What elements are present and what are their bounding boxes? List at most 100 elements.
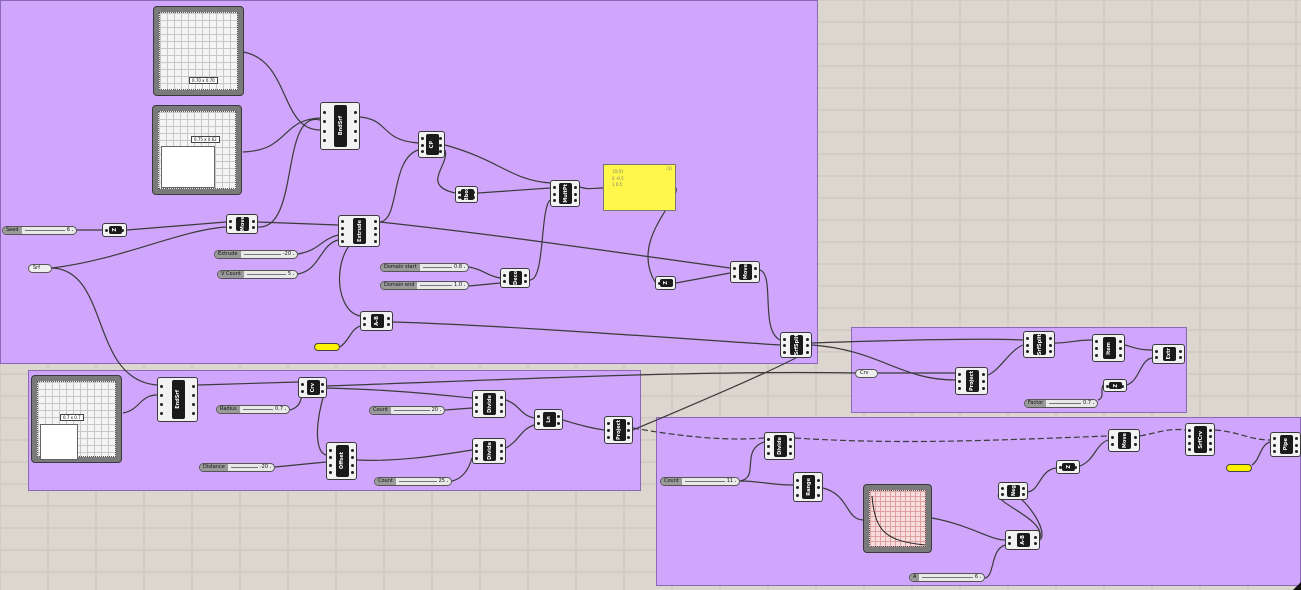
connection-pin[interactable]	[1119, 354, 1122, 357]
connection-pin[interactable]	[323, 129, 326, 133]
connection-pin[interactable]	[229, 219, 232, 223]
connection-pin[interactable]	[105, 229, 108, 232]
seed-slider[interactable]: Seed 6	[2, 226, 77, 235]
connection-pin[interactable]	[1209, 448, 1212, 452]
connection-pin[interactable]	[421, 143, 424, 147]
connection-pin[interactable]	[806, 344, 809, 347]
bbox-component[interactable]: Bbox	[455, 186, 478, 203]
z-component-1[interactable]: Z	[102, 223, 127, 237]
connection-pin[interactable]	[1001, 493, 1004, 496]
count-slider-2[interactable]: Count 25	[374, 477, 452, 486]
connection-pin[interactable]	[500, 410, 503, 413]
srfsplit-component-2[interactable]: SrfSplit	[1023, 331, 1055, 358]
connection-pin[interactable]	[1022, 493, 1025, 496]
connection-pin[interactable]	[1026, 343, 1029, 347]
connection-pin[interactable]	[607, 436, 610, 439]
connection-pin[interactable]	[387, 316, 390, 320]
connection-pin[interactable]	[363, 323, 366, 327]
connection-pin[interactable]	[475, 450, 478, 453]
connection-pin[interactable]	[252, 226, 255, 230]
connection-pin[interactable]	[806, 350, 809, 354]
connection-pin[interactable]	[1134, 435, 1137, 439]
connection-pin[interactable]	[160, 403, 163, 406]
domain-end-slider[interactable]: Domain end 1.0	[380, 281, 469, 290]
connection-pin[interactable]	[783, 344, 786, 347]
connection-pin[interactable]	[1155, 356, 1158, 360]
connection-pin[interactable]	[982, 380, 985, 383]
connection-pin[interactable]	[323, 110, 326, 114]
connection-pin[interactable]	[1188, 428, 1191, 432]
pipe-component[interactable]: Pipe	[1270, 432, 1301, 457]
distance-slider[interactable]: Distance -20	[199, 463, 275, 472]
connection-pin[interactable]	[789, 438, 792, 441]
connection-pin[interactable]	[192, 412, 195, 415]
connection-pin[interactable]	[1008, 535, 1011, 539]
connection-pin[interactable]	[192, 403, 195, 406]
edge-surface-component[interactable]: EndSrf	[157, 377, 198, 422]
z-component-4[interactable]: Z	[1056, 460, 1080, 474]
connection-pin[interactable]	[783, 337, 786, 341]
connection-pin[interactable]	[658, 282, 661, 285]
connection-pin[interactable]	[817, 493, 820, 497]
connection-pin[interactable]	[1074, 466, 1077, 469]
surface-preview-1[interactable]: 0.70 x 0.70	[153, 6, 244, 96]
connection-pin[interactable]	[341, 220, 344, 224]
connection-pin[interactable]	[439, 150, 442, 154]
connection-pin[interactable]	[1049, 336, 1052, 340]
connection-pin[interactable]	[1106, 384, 1109, 388]
connection-pin[interactable]	[1188, 441, 1191, 445]
connection-pin[interactable]	[475, 410, 478, 413]
connection-pin[interactable]	[1026, 336, 1029, 340]
connection-pin[interactable]	[351, 456, 354, 460]
v-count-slider[interactable]: V Count 5	[217, 270, 298, 279]
connection-pin[interactable]	[475, 456, 478, 460]
count-slider-1[interactable]: Count 20	[369, 406, 445, 415]
connection-pin[interactable]	[1209, 441, 1212, 445]
move-component-3[interactable]: Move	[1108, 429, 1140, 452]
connection-pin[interactable]	[982, 387, 985, 390]
resize-corner-icon[interactable]	[1293, 582, 1301, 590]
connection-pin[interactable]	[670, 282, 673, 285]
boundary-surface-component[interactable]: BndSrf	[320, 102, 360, 150]
connection-pin[interactable]	[627, 429, 630, 432]
connection-pin[interactable]	[537, 415, 540, 418]
move-component-1[interactable]: Move	[226, 214, 258, 234]
connection-pin[interactable]	[1295, 449, 1298, 453]
domain-start-slider[interactable]: Domain start 0.8	[380, 263, 469, 272]
connection-pin[interactable]	[472, 190, 475, 194]
a-minus-b-component-2[interactable]: A-B	[1005, 530, 1040, 550]
connection-pin[interactable]	[806, 337, 809, 341]
connection-pin[interactable]	[1111, 435, 1114, 439]
cp-component[interactable]: CP	[418, 131, 445, 158]
connection-pin[interactable]	[796, 493, 799, 497]
connection-pin[interactable]	[767, 438, 770, 441]
connection-pin[interactable]	[503, 273, 506, 277]
connection-pin[interactable]	[553, 192, 556, 196]
connection-pin[interactable]	[574, 192, 577, 196]
connection-pin[interactable]	[374, 239, 377, 243]
connection-pin[interactable]	[733, 267, 736, 271]
connection-pin[interactable]	[192, 394, 195, 397]
connection-pin[interactable]	[754, 267, 757, 271]
connection-pin[interactable]	[500, 403, 503, 406]
connection-pin[interactable]	[421, 136, 424, 140]
radius-slider[interactable]: Radius 0.7	[216, 405, 290, 414]
srfsplit-component-1[interactable]: SrfSplit	[780, 332, 812, 358]
connection-pin[interactable]	[503, 280, 506, 284]
connection-pin[interactable]	[537, 422, 540, 425]
connection-pin[interactable]	[439, 143, 442, 147]
connection-pin[interactable]	[607, 429, 610, 432]
connection-pin[interactable]	[1001, 487, 1004, 490]
connection-pin[interactable]	[1209, 435, 1212, 439]
connection-pin[interactable]	[341, 226, 344, 230]
connection-pin[interactable]	[351, 448, 354, 452]
connection-pin[interactable]	[354, 139, 357, 143]
connection-pin[interactable]	[1188, 435, 1191, 439]
connection-pin[interactable]	[1179, 349, 1182, 353]
connection-pin[interactable]	[475, 396, 478, 399]
connection-pin[interactable]	[301, 383, 304, 386]
connection-pin[interactable]	[1155, 349, 1158, 353]
connection-pin[interactable]	[160, 394, 163, 397]
connection-pin[interactable]	[982, 373, 985, 376]
connection-pin[interactable]	[1121, 384, 1124, 388]
